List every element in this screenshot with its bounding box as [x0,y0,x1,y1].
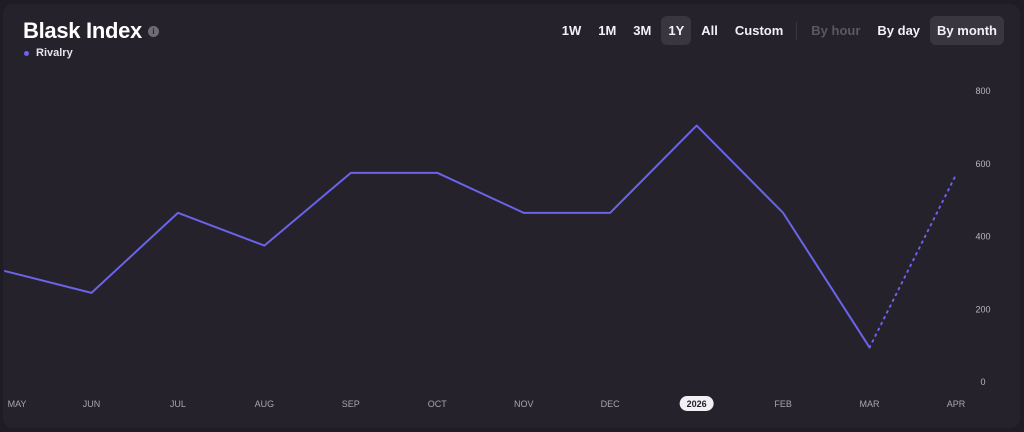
y-tick-label: 800 [975,86,990,96]
x-tick-label: MAY [8,399,27,409]
x-tick-label: APR [947,399,966,409]
x-tick-label: JUL [170,399,186,409]
x-tick-label: JUN [83,399,101,409]
x-tick-label: 2026 [687,399,707,409]
y-tick-label: 600 [975,159,990,169]
x-tick-label: MAR [860,399,881,409]
line-chart: 0 200 400 600 800 MAY JUN JUL AUG SEP OCT NOV DEC 202… [4,86,991,411]
x-tick-label: DEC [601,399,621,409]
x-tick-label: FEB [774,399,792,409]
chart-card: Blask Index i Rivalry 1W 1M 3M 1Y All Cu… [3,4,1020,428]
x-tick-label: AUG [255,399,275,409]
x-tick-label: OCT [428,399,448,409]
series-projection-line [868,173,957,349]
y-tick-label: 400 [975,232,990,242]
x-tick-label: SEP [342,399,360,409]
x-tick-label: NOV [514,399,534,409]
y-tick-label: 200 [975,304,990,314]
y-tick-label: 0 [980,377,985,387]
series-line [4,124,871,349]
